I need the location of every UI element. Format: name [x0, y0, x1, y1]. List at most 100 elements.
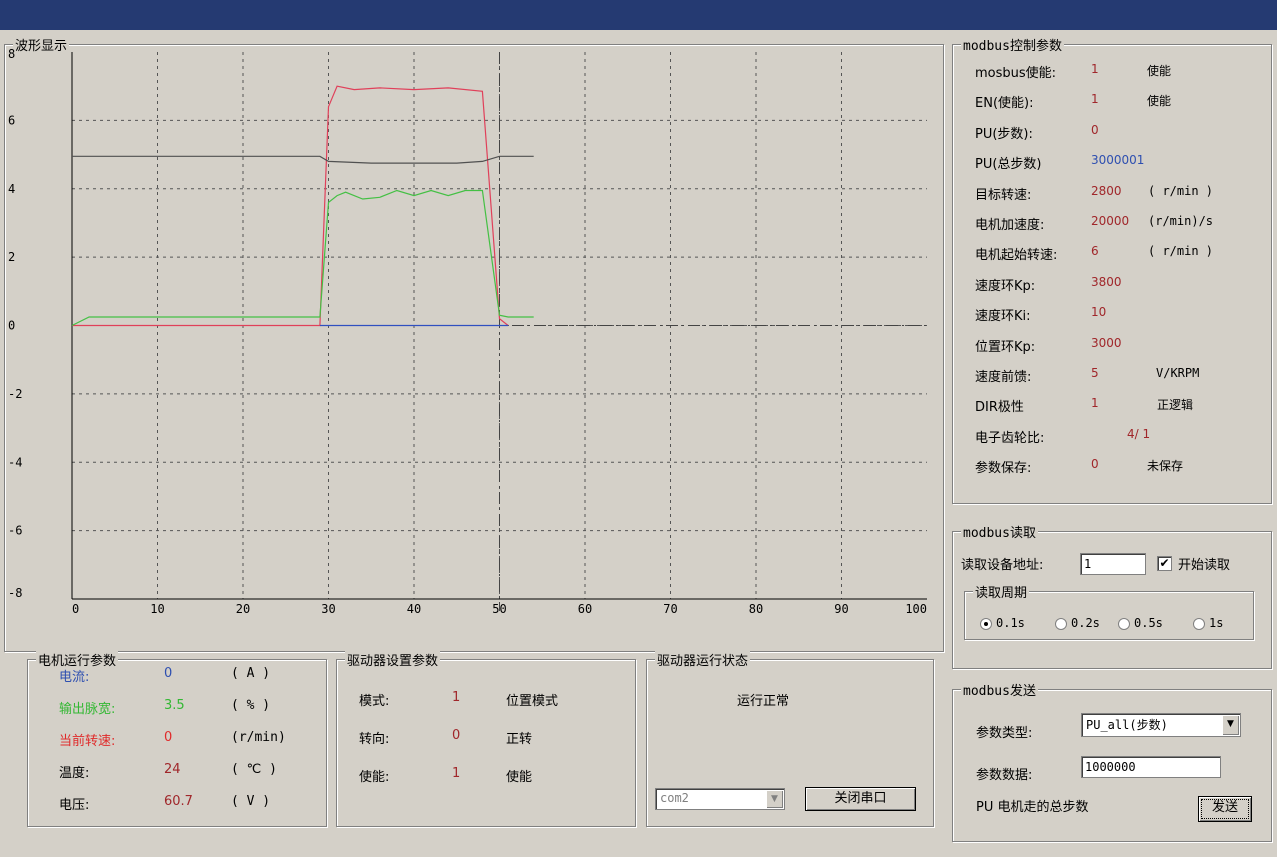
motor-row-value: 0	[164, 730, 173, 745]
motor-row-value: 3.5	[164, 698, 185, 713]
x-tick-label: 60	[578, 602, 592, 616]
start-read-label: 开始读取	[1178, 558, 1231, 573]
motor-row-label: 当前转速:	[59, 734, 116, 749]
driver-settings-title: 驱动器设置参数	[345, 650, 441, 669]
send-button[interactable]: 发送	[1198, 796, 1252, 822]
modbus-control-value: 6	[1091, 244, 1099, 259]
param-type-label: 参数类型:	[976, 726, 1033, 741]
modbus-control-value: 3800	[1091, 274, 1122, 289]
modbus-control-value: 1	[1091, 396, 1099, 411]
modbus-control-label: 电机起始转速:	[975, 248, 1058, 264]
motor-row-label: 输出脉宽:	[59, 702, 116, 717]
period-radio-label: 0.2s	[1071, 616, 1100, 630]
motor-row-unit: ( V )	[231, 794, 271, 809]
modbus-control-unit: ( r/min )	[1148, 244, 1214, 259]
driver-row-label: 使能:	[359, 770, 390, 785]
modbus-control-value: 0	[1091, 457, 1099, 472]
modbus-control-value: 20000	[1091, 214, 1130, 228]
driver-row-value: 1	[452, 766, 461, 781]
modbus-control-unit: 未保存	[1147, 459, 1184, 474]
driver-status-title: 驱动器运行状态	[655, 650, 751, 669]
x-tick-label: 30	[321, 602, 335, 616]
device-address-input[interactable]: 1	[1080, 553, 1146, 575]
chevron-down-icon[interactable]: ▼	[1222, 715, 1239, 735]
waveform-chart: 86420-2-4-6-80 10 20 30 40 50 60 70 80 90 100	[8, 47, 927, 616]
driver-row-desc: 使能	[506, 770, 533, 785]
x-tick-label: 40	[407, 602, 421, 616]
send-hint-text: PU 电机走的总步数	[976, 800, 1089, 815]
modbus-control-label: PU(步数):	[975, 126, 1033, 142]
y-tick-label: -6	[8, 524, 22, 538]
period-radio[interactable]	[1055, 618, 1067, 630]
modbus-control-value: 5	[1091, 366, 1099, 380]
motor-row-label: 温度:	[59, 766, 90, 781]
modbus-control-label: DIR极性	[975, 400, 1024, 416]
modbus-control-label: 位置环Kp:	[975, 339, 1036, 355]
modbus-send-title: modbus发送	[961, 680, 1038, 699]
modbus-control-label: mosbus使能:	[975, 66, 1057, 81]
modbus-control-label: 电机加速度:	[975, 218, 1045, 233]
read-period-title: 读取周期	[973, 582, 1030, 601]
modbus-control-value: 3000001	[1091, 153, 1145, 168]
modbus-control-value: 2800	[1091, 183, 1122, 198]
motor-row-value: 24	[164, 762, 181, 777]
x-tick-label: 0	[72, 602, 79, 616]
x-tick-label: 90	[834, 602, 848, 616]
y-tick-label: 0	[8, 319, 15, 333]
period-radio[interactable]	[1118, 618, 1130, 630]
y-tick-label: -8	[8, 586, 22, 600]
modbus-control-value: 0	[1091, 122, 1099, 137]
param-data-input[interactable]: 1000000	[1081, 756, 1221, 778]
modbus-control-label: 速度环Kp:	[975, 278, 1036, 294]
x-tick-label: 100	[905, 602, 927, 616]
modbus-control-label: 速度前馈:	[975, 370, 1032, 385]
modbus-control-unit: (r/min)/s	[1148, 214, 1214, 228]
y-tick-label: -2	[8, 387, 22, 401]
motor-row-unit: ( ℃ )	[231, 762, 277, 777]
period-radio[interactable]	[1193, 618, 1205, 630]
modbus-control-label: 目标转速:	[975, 187, 1032, 203]
com-port-value: com2	[660, 791, 689, 805]
motor-row-label: 电流:	[59, 670, 90, 685]
x-tick-label: 80	[749, 602, 763, 616]
modbus-control-value: 1	[1091, 92, 1099, 107]
y-tick-label: 4	[8, 182, 15, 196]
x-tick-label: 70	[663, 602, 677, 616]
motor-row-unit: (r/min)	[231, 730, 286, 745]
title-bar	[0, 0, 1277, 30]
modbus-control-label: 速度环Ki:	[975, 309, 1031, 325]
driver-row-label: 转向:	[359, 732, 390, 747]
y-tick-label: 8	[8, 47, 15, 61]
modbus-control-label: 参数保存:	[975, 461, 1032, 477]
modbus-read-title: modbus读取	[961, 522, 1038, 541]
modbus-control-value: 3000	[1091, 335, 1122, 350]
y-tick-label: -4	[8, 455, 22, 469]
main-window: 波形显示 8 6 4 2 0 -2 -4 -6 -8 0 10 20 30 40 50 60 70 80 90 100…	[2, 30, 1275, 855]
y-tick-label: 2	[8, 250, 15, 264]
modbus-control-value: 4/ 1	[1127, 426, 1151, 441]
modbus-control-title: modbus控制参数	[961, 35, 1064, 54]
motor-row-value: 0	[164, 666, 173, 681]
x-tick-label: 50	[492, 602, 506, 616]
modbus-control-unit: 正逻辑	[1157, 398, 1194, 413]
chevron-down-icon[interactable]: ▼	[766, 790, 783, 808]
period-radio-label: 0.1s	[996, 616, 1025, 630]
modbus-control-label: PU(总步数)	[975, 157, 1042, 173]
driver-row-value: 1	[452, 690, 461, 705]
param-type-select[interactable]: PU_all(步数) ▼	[1081, 713, 1241, 737]
address-label: 读取设备地址:	[961, 558, 1044, 573]
period-radio-label: 1s	[1209, 616, 1224, 630]
period-radio[interactable]	[980, 618, 992, 630]
driver-row-label: 模式:	[359, 694, 390, 709]
radio-dot-icon	[984, 622, 988, 626]
run-status-text: 运行正常	[737, 694, 790, 709]
start-read-checkbox[interactable]: ✔	[1157, 556, 1172, 571]
modbus-control-value: 10	[1091, 305, 1107, 320]
close-port-button[interactable]: 关闭串口	[805, 787, 916, 811]
driver-row-value: 0	[452, 728, 461, 743]
com-port-select[interactable]: com2 ▼	[655, 788, 785, 810]
driver-row-desc: 位置模式	[506, 694, 559, 709]
read-period-group: 读取周期	[964, 582, 1254, 640]
param-type-value: PU_all(步数)	[1086, 718, 1168, 732]
modbus-control-label: 电子齿轮比:	[975, 430, 1045, 446]
